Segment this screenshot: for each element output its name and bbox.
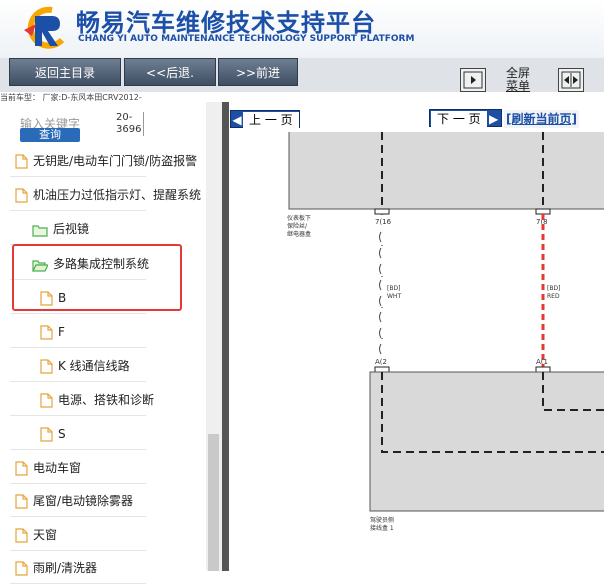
tree-item-10[interactable]: 尾窗/电动镜除雾器 [15,490,133,512]
file-icon [15,561,28,576]
prev-page-button[interactable]: ◀ 上 一 页 [230,110,300,128]
fullscreen-menu-link[interactable]: 全屏 菜单 [506,67,530,93]
back-button[interactable]: <<后退. [124,58,216,86]
connector-left-bottom [374,366,390,373]
tree-item-11[interactable]: 天窗 [15,524,57,546]
expand-arrow-icon [463,71,483,89]
tree-item-2[interactable]: 后视镜 [32,218,89,240]
car-year-line-2: 3696 [116,124,142,135]
tree-item-label: 尾窗/电动镜除雾器 [33,494,134,508]
wire-left-tag: [BD] [387,285,400,292]
pin-left-top: 7(16 [375,218,392,226]
tree-separator [10,381,146,382]
current-car-model: 当前车型： 厂家:D-东风本田CRV2012- [0,93,142,102]
wire-left-color: WHT [387,293,401,300]
file-icon [15,528,28,543]
tree-item-label: 电动车窗 [33,461,82,475]
file-icon [15,154,28,169]
tree-separator [10,210,146,211]
tree-item-label: K 线通信线路 [58,359,130,373]
tree-item-label: F [58,325,65,339]
file-icon [15,188,28,203]
chang-yi-logo-icon [24,6,65,49]
refresh-page-link[interactable]: [刷新当前页] [504,110,579,128]
tree-separator [10,483,146,484]
double-arrow-icon [561,71,581,89]
wiring-diagram: 仪表板下 保险丝/ 继电器盒 7(16 7(8 [BD] WHT [BD] RE… [287,132,604,532]
tree-separator [10,516,146,517]
junction-box-block [369,371,604,512]
file-icon [40,427,53,442]
fullscreen-toggle-button[interactable] [558,68,584,92]
shielded-wire-left [379,231,382,355]
next-page-button[interactable]: 下 一 页 ▶ [429,109,502,127]
tree-item-6[interactable]: K 线通信线路 [40,355,130,377]
tree-item-0[interactable]: 无钥匙/电动车门门锁/防盗报警 [15,150,197,172]
tree-item-label: 电源、搭铁和诊断 [58,393,155,407]
tree-separator [10,550,146,551]
left-arrow-icon: ◀ [232,113,242,127]
connector-right-bottom [535,366,551,373]
tree-separator [10,347,146,348]
sidebar-scroll-thumb[interactable] [208,434,219,571]
tree-separator [10,449,146,450]
prev-page-label: 上 一 页 [243,112,299,128]
right-arrow-icon: ▶ [489,112,499,126]
fuse-box-label-1: 仪表板下 [287,214,311,222]
file-icon [40,325,53,340]
tree-item-7[interactable]: 电源、搭铁和诊断 [40,389,154,411]
app-subtitle: CHANG YI AUTO MAINTENANCE TECHNOLOGY SUP… [78,34,415,44]
tree-item-8[interactable]: S [40,423,66,445]
search-button[interactable]: 查询 [20,128,80,142]
tree-item-9[interactable]: 电动车窗 [15,457,81,479]
tree-separator [10,176,146,177]
wire-right-tag: [BD] [547,285,560,292]
tree-item-label: 天窗 [33,528,58,542]
tree-item-label: 机油压力过低指示灯、提醒系统 [33,188,202,202]
fuse-box-block [288,132,604,210]
home-button[interactable]: 返回主目录 [9,58,121,86]
junction-box-label-1: 驾驶员侧 [370,516,394,524]
connector-left-top [374,208,390,215]
tree-item-label: S [58,427,66,441]
folder-icon [32,222,48,237]
fuse-box-label-3: 继电器盒 [287,230,311,238]
file-icon [15,461,28,476]
highlight-box [12,244,182,311]
car-year-info: 20- 3696 [116,112,145,136]
tree-item-label: 无钥匙/电动车门门锁/防盗报警 [33,154,198,168]
next-page-label: 下 一 页 [431,111,487,127]
expand-panel-button[interactable] [460,68,486,92]
tree-item-12[interactable]: 雨刷/清洗器 [15,557,97,579]
file-icon [40,359,53,374]
junction-box-label-2: 接线盒 1 [370,524,394,532]
tree-item-1[interactable]: 机油压力过低指示灯、提醒系统 [15,184,201,206]
tree-item-label: 雨刷/清洗器 [33,561,98,575]
forward-button[interactable]: >>前进 [218,58,298,86]
toolbar: 返回主目录 <<后退. >>前进 全屏 菜单 [0,58,604,93]
car-year-line-1: 20- [116,112,133,123]
app-title: 畅易汽车维修技术支持平台 [76,9,376,37]
wire-right-color: RED [547,293,560,300]
tree-item-5[interactable]: F [40,321,65,343]
pin-left-bottom: A(2 [375,358,387,366]
file-icon [40,393,53,408]
fuse-box-label-2: 保险丝/ [287,222,308,230]
pin-right-bottom: A(1 [536,358,548,366]
connector-right-top [535,208,551,215]
file-icon [15,494,28,509]
tree-item-label: 后视镜 [53,222,90,236]
tree-separator [10,313,146,314]
tree-separator [10,415,146,416]
app-header: 畅易汽车维修技术支持平台 CHANG YI AUTO MAINTENANCE T… [0,0,604,58]
panel-divider[interactable] [222,102,229,571]
